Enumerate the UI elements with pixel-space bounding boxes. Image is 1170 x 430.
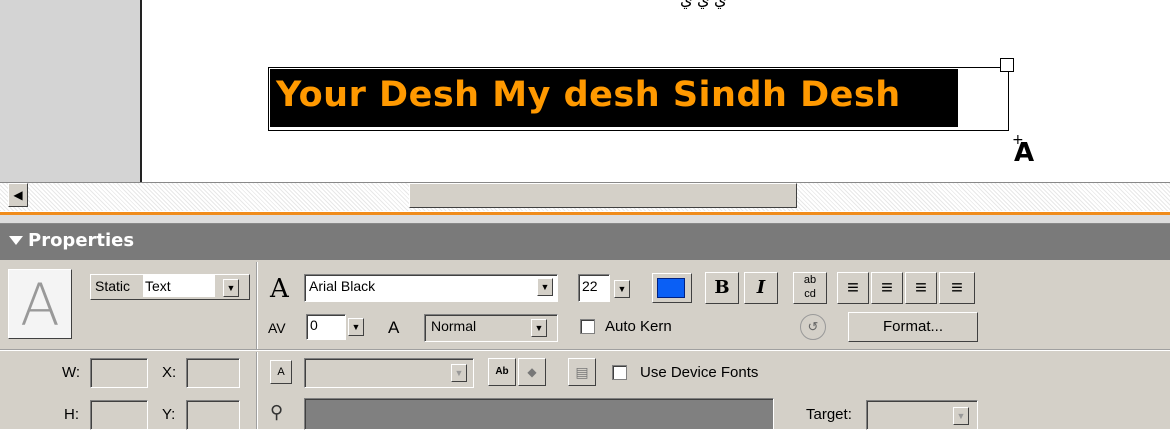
align-justify-icon[interactable]: ≡ — [939, 272, 975, 304]
target-dropdown: ▼ — [866, 400, 978, 430]
auto-kern-label: Auto Kern — [605, 318, 672, 335]
resize-handle[interactable] — [1000, 58, 1014, 72]
cursor-plus: + — [1012, 132, 1024, 148]
properties-title: Properties — [28, 230, 135, 251]
font-icon: A — [270, 274, 289, 304]
align-right-icon[interactable]: ≡ — [905, 272, 937, 304]
text-tool-cursor-icon: + A — [1012, 132, 1034, 168]
text-tool-icon: A — [8, 269, 72, 339]
height-field[interactable] — [90, 400, 148, 430]
width-label: W: — [62, 364, 81, 381]
x-label: X: — [162, 364, 177, 381]
align-left-icon[interactable]: ≡ — [837, 272, 869, 304]
border-icon[interactable]: ▤ — [568, 358, 596, 386]
stage-text[interactable]: Your Desh My desh Sindh Desh — [276, 75, 901, 115]
rotation-icon[interactable]: ↺ — [800, 314, 826, 340]
color-swatch — [657, 278, 685, 298]
width-field[interactable] — [90, 358, 148, 388]
target-label: Target: — [806, 406, 852, 423]
collapse-triangle-icon[interactable] — [9, 236, 23, 245]
font-size-chevron-icon[interactable]: ▼ — [614, 280, 630, 298]
properties-panel: A Static Text ▼ A Arial Black ▼ 22 ▼ B I… — [0, 260, 1170, 430]
auto-kern-checkbox[interactable] — [580, 319, 595, 334]
selectable-icon[interactable]: Ab — [488, 358, 516, 386]
text-type-value: Text — [143, 275, 215, 297]
panel-divider — [0, 215, 1170, 224]
properties-header[interactable]: Properties — [0, 224, 1170, 260]
tracking-icon: AV — [268, 320, 286, 336]
text-type-prefix: Static — [95, 278, 131, 294]
baseline-dropdown[interactable]: Normal ▼ — [424, 314, 558, 342]
font-size-field[interactable]: 22 — [578, 274, 610, 302]
html-icon[interactable]: ◆ — [518, 358, 546, 386]
chevron-down-icon: ▼ — [451, 364, 467, 382]
chevron-down-icon[interactable]: ▼ — [223, 279, 239, 297]
baseline-icon: A — [388, 318, 400, 337]
y-label: Y: — [162, 406, 176, 423]
char-options-icon[interactable]: A — [270, 360, 292, 384]
chevron-down-icon: ▼ — [953, 407, 969, 425]
panel-separator — [256, 352, 258, 429]
align-center-icon[interactable]: ≡ — [871, 272, 903, 304]
panel-separator — [0, 349, 1170, 351]
chevron-down-icon[interactable]: ▼ — [531, 319, 547, 337]
stage-gutter — [0, 0, 142, 182]
panel-separator — [256, 262, 258, 350]
font-size-value: 22 — [582, 278, 598, 294]
font-name-field[interactable]: Arial Black ▼ — [304, 274, 558, 302]
use-device-fonts-checkbox[interactable] — [612, 365, 627, 380]
top-glyphs: ي ي ي — [680, 0, 727, 9]
use-device-fonts-label: Use Device Fonts — [640, 364, 759, 381]
x-field[interactable] — [186, 358, 240, 388]
link-icon: ⚲ — [270, 402, 284, 422]
font-name-value: Arial Black — [309, 278, 376, 294]
bold-button[interactable]: B — [705, 272, 739, 304]
scroll-left-arrow-icon[interactable]: ◀ — [8, 183, 28, 207]
tracking-value: 0 — [310, 317, 318, 333]
y-field[interactable] — [186, 400, 240, 430]
url-link-field[interactable] — [304, 398, 774, 430]
scroll-thumb[interactable] — [409, 183, 797, 208]
text-color-button[interactable] — [652, 273, 692, 303]
chevron-down-icon[interactable]: ▼ — [537, 278, 553, 296]
height-label: H: — [64, 406, 79, 423]
text-type-dropdown[interactable]: Static Text ▼ — [90, 274, 250, 300]
text-direction-icon[interactable]: ab cd — [793, 272, 827, 304]
character-dropdown: ▼ — [304, 358, 474, 388]
format-button[interactable]: Format... — [848, 312, 978, 342]
tracking-field[interactable]: 0 — [306, 314, 346, 340]
baseline-value: Normal — [431, 318, 477, 334]
italic-button[interactable]: I — [744, 272, 778, 304]
tracking-chevron-icon[interactable]: ▼ — [348, 318, 364, 336]
